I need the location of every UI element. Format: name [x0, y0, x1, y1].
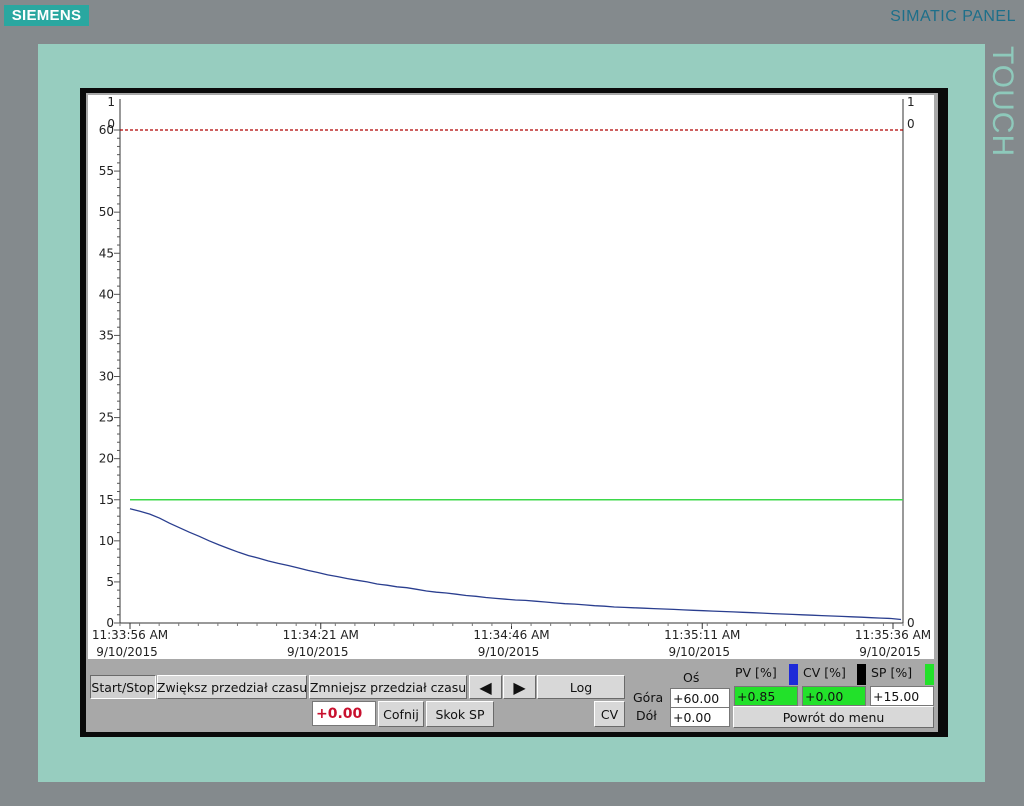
x-tick-label-date: 9/10/2015: [859, 645, 921, 659]
y-tick-label: 5: [106, 575, 114, 589]
arrow-right-icon: ▶: [513, 677, 526, 697]
pv-color-swatch: [789, 664, 798, 685]
panel-name: SIMATIC PANEL: [890, 8, 1016, 25]
axis-bottom-input[interactable]: +0.00: [670, 707, 730, 727]
arrow-left-icon: ◀: [479, 677, 492, 697]
y-tick-label: 60: [99, 123, 114, 137]
y-tick-label: 15: [99, 493, 114, 507]
y-tick-label: 50: [99, 205, 114, 219]
top-band-tick-label: 1: [107, 95, 115, 109]
back-button[interactable]: Cofnij: [378, 701, 424, 727]
x-tick-label-time: 11:34:46 AM: [473, 628, 549, 642]
x-tick-label-time: 11:33:56 AM: [92, 628, 168, 642]
axis-panel-title: Oś: [683, 670, 700, 685]
zoom-in-button[interactable]: Zwiększ przedział czasu: [157, 675, 307, 699]
x-tick-label-time: 11:35:11 AM: [664, 628, 740, 642]
y-tick-label: 35: [99, 328, 114, 342]
pv-series-line: [129, 508, 902, 621]
cv-legend-label: CV [%]: [803, 665, 846, 680]
x-tick-label-time: 11:35:36 AM: [855, 628, 931, 642]
sp-legend-label: SP [%]: [871, 665, 913, 680]
scroll-right-button[interactable]: ▶: [503, 675, 536, 699]
pv-value-display: +0.85: [734, 686, 798, 706]
cv-color-swatch: [857, 664, 866, 685]
axis-bottom-label: Dół: [636, 708, 657, 723]
x-tick-label-date: 9/10/2015: [96, 645, 158, 659]
siemens-logo: SIEMENS: [4, 5, 89, 26]
x-tick-label-date: 9/10/2015: [668, 645, 730, 659]
x-tick-label-date: 9/10/2015: [478, 645, 540, 659]
start-stop-button[interactable]: Start/Stop: [90, 675, 156, 699]
touch-label: TOUCH: [986, 46, 1019, 158]
sp-value-input[interactable]: +15.00: [870, 686, 934, 706]
x-tick-label-time: 11:34:21 AM: [283, 628, 359, 642]
cv-button[interactable]: CV: [594, 701, 625, 727]
axis-top-label: Góra: [633, 690, 664, 705]
y-tick-label: 40: [99, 287, 114, 301]
y-tick-label: 25: [99, 411, 114, 425]
back-to-menu-button[interactable]: Powrót do menu: [733, 706, 934, 728]
y-tick-label: 45: [99, 246, 114, 260]
step-value-input[interactable]: +0.00: [312, 701, 376, 726]
x-tick-label-date: 9/10/2015: [287, 645, 349, 659]
axis-top-input[interactable]: +60.00: [670, 688, 730, 708]
zoom-out-button[interactable]: Zmniejsz przedział czasu: [309, 675, 467, 699]
right-tick-label: 0: [907, 117, 915, 131]
trend-view: 1 0 1 0 0 0 5 10 15 20 25 30 35 40 45 50 55 60 11:33:56 AM…: [88, 95, 934, 659]
step-sp-button[interactable]: Skok SP: [426, 701, 494, 727]
y-tick-label: 10: [99, 534, 114, 548]
scroll-left-button[interactable]: ◀: [469, 675, 502, 699]
y-tick-label: 20: [99, 452, 114, 466]
y-tick-label: 30: [99, 370, 114, 384]
cv-value-display: +0.00: [802, 686, 866, 706]
log-button[interactable]: Log: [537, 675, 625, 699]
sp-color-swatch: [925, 664, 934, 685]
right-tick-label: 1: [907, 95, 915, 109]
trend-chart: 1010005101520253035404550556011:33:56 AM…: [92, 95, 931, 659]
pv-legend-label: PV [%]: [735, 665, 777, 680]
y-tick-label: 55: [99, 164, 114, 178]
